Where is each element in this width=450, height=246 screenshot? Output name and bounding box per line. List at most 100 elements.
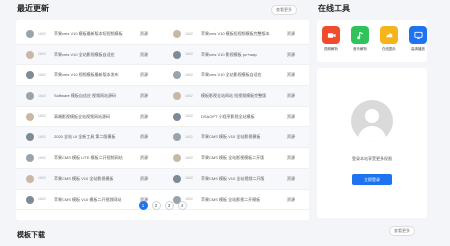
item-id: 1602 xyxy=(185,176,193,181)
tool-label: 高清播放 xyxy=(411,47,425,51)
latest-updates-panel: 查看更多 1602 苹果cms V10 模板最新版本短视频模板 资源 1602 苹果cm… xyxy=(16,5,309,220)
tool-item[interactable]: 视频解析 xyxy=(321,26,341,52)
item-title[interactable]: Software 模板自适应 视频网站源码 xyxy=(54,93,126,99)
list-item[interactable]: 1602 苹果cms V10 全站影视模板自适应 资源 xyxy=(16,45,162,65)
list-row: 1602 苹果CMS 模板 LITE 模板二开视频网站 资源 1602 苹果CMS 模板… xyxy=(16,148,309,169)
thumbnail-icon xyxy=(173,133,181,142)
item-title[interactable]: 苹果cms V10 模板最新版本短视频模板 xyxy=(54,31,126,37)
item-title[interactable]: 苹果cms V10 视频模板最新版本发布 xyxy=(54,72,126,78)
item-id: 1602 xyxy=(38,93,46,98)
item-title[interactable]: 模板影视全站网站 短视频模板完整版 xyxy=(201,93,273,99)
item-tag: 资源 xyxy=(287,134,295,140)
list-item[interactable]: 1602 苹果cms V10 模板最新版本短视频模板 资源 xyxy=(16,24,162,44)
list-row: 1602 苹果cms V10 全站影视模板自适应 资源 1602 苹果cms V10 影… xyxy=(16,44,309,66)
list-item[interactable]: 1602 Software 模板自适应 视频网站源码 资源 xyxy=(16,86,162,106)
list-item[interactable]: 1602 苹果cms V10 模板短视频模板完整版本 资源 xyxy=(163,24,309,44)
tool-item[interactable]: 在线图片 xyxy=(379,26,399,52)
list-item[interactable]: 1602 高端影视模板全站视频网站源码 资源 xyxy=(16,107,162,127)
item-id: 1602 xyxy=(38,52,46,57)
item-title[interactable]: 苹果cms V10 模板短视频模板完整版本 xyxy=(201,31,273,37)
item-tag: 资源 xyxy=(140,155,148,161)
item-id: 1602 xyxy=(38,134,46,139)
page-3-button[interactable]: 3 xyxy=(164,201,174,210)
page-1-button[interactable]: 1 xyxy=(138,201,148,210)
image-icon xyxy=(380,26,398,44)
item-tag: 资源 xyxy=(287,155,295,161)
page-2-button[interactable]: 2 xyxy=(151,201,161,210)
item-id: 1602 xyxy=(185,31,193,36)
item-tag: 资源 xyxy=(140,31,148,36)
templates-panel: 查看更多 xyxy=(16,226,427,246)
thumbnail-icon xyxy=(26,154,34,163)
list-row: 1602 2020 全站 UI 全新工具 第二版模板 资源 1602 苹果CMS 模板 … xyxy=(16,127,309,149)
list-row: 1602 苹果cms V10 模板最新版本短视频模板 资源 1602 苹果cms V10… xyxy=(16,24,309,45)
thumbnail-icon xyxy=(26,30,34,38)
list-row: 1602 高端影视模板全站视频网站源码 资源 1602 DSAOPT 小程序影视全站模板… xyxy=(16,107,309,128)
tools-section-title: 在线工具 xyxy=(318,4,350,13)
latest-section-title: 最近更新 xyxy=(17,4,49,13)
thumbnail-icon xyxy=(173,71,181,80)
page-4-button[interactable]: 4 xyxy=(177,201,187,210)
item-title[interactable]: 苹果CMS 模板 V10 全站视频二开版 xyxy=(201,176,273,182)
item-tag: 资源 xyxy=(140,175,148,181)
item-title[interactable]: 苹果CMS 模板 全站影视模板二开版 xyxy=(201,155,273,161)
list-item[interactable]: 1602 苹果cms V10 全站影视模板自适应 资源 xyxy=(163,65,309,85)
tool-label: 在线图片 xyxy=(382,47,396,51)
item-title[interactable]: 苹果CMS 模板 LITE 模板二开视频网站 xyxy=(54,155,126,161)
list-item[interactable]: 1602 苹果CMS 模板 V10 全站影视模板 资源 xyxy=(16,169,162,189)
list-item[interactable]: 1602 苹果CMS 模板 V10 全站视频二开版 资源 xyxy=(163,169,309,189)
thumbnail-icon xyxy=(173,30,181,38)
item-title[interactable]: DSAOPT 小程序影视全站模板 xyxy=(201,114,273,120)
thumbnail-icon xyxy=(26,50,34,59)
thumbnail-icon xyxy=(26,71,34,80)
list-item[interactable]: 1602 苹果cms V10 影视模板 pc+wap 资源 xyxy=(163,45,309,65)
list-row: 1602 苹果CMS 模板 V10 全站影视模板 资源 1602 苹果CMS 模板 V1… xyxy=(16,168,309,190)
latest-list: 1602 苹果cms V10 模板最新版本短视频模板 资源 1602 苹果cms V10… xyxy=(16,24,309,211)
list-item[interactable]: 1602 苹果CMS 模板 全站影视模板二开版 资源 xyxy=(163,148,309,168)
item-title[interactable]: 苹果CMS 模板 V10 全站影视模板 xyxy=(54,176,126,182)
templates-more-link[interactable]: 查看更多 xyxy=(389,226,415,236)
item-title[interactable]: 苹果CMS 模板 V10 全站影视模板 xyxy=(201,134,273,140)
user-login-panel: 登录本站享受更多权限 立即登录 xyxy=(317,68,427,218)
item-id: 1602 xyxy=(38,176,46,181)
item-id: 1602 xyxy=(185,134,193,139)
item-tag: 资源 xyxy=(140,93,148,99)
item-id: 1602 xyxy=(185,93,193,98)
thumbnail-icon xyxy=(173,174,181,183)
item-id: 1602 xyxy=(185,52,193,57)
item-title[interactable]: 高端影视模板全站视频网站源码 xyxy=(54,114,126,120)
list-item[interactable]: 1602 苹果CMS 模板 LITE 模板二开视频网站 资源 xyxy=(16,148,162,168)
item-tag: 资源 xyxy=(287,113,295,119)
item-tag: 资源 xyxy=(140,51,148,57)
list-row: 1602 苹果cms V10 视频模板最新版本发布 资源 1602 苹果cms V10 … xyxy=(16,65,309,87)
item-tag: 资源 xyxy=(140,113,148,119)
item-title[interactable]: 苹果cms V10 全站影视模板自适应 xyxy=(201,72,273,78)
thumbnail-icon xyxy=(26,174,34,183)
tool-item[interactable]: 音乐解析 xyxy=(350,26,370,52)
list-item[interactable]: 1602 苹果cms V10 视频模板最新版本发布 资源 xyxy=(16,65,162,85)
item-tag: 资源 xyxy=(140,134,148,140)
tool-label: 音乐解析 xyxy=(353,47,367,51)
list-item[interactable]: 1602 DSAOPT 小程序影视全站模板 资源 xyxy=(163,107,309,127)
tools-panel: 视频解析 音乐解析 在线图片 高清播放 xyxy=(317,20,427,62)
item-id: 1602 xyxy=(38,155,46,160)
item-tag: 资源 xyxy=(287,93,295,99)
list-item[interactable]: 1602 模板影视全站网站 短视频模板完整版 资源 xyxy=(163,86,309,106)
list-item[interactable]: 1602 2020 全站 UI 全新工具 第二版模板 资源 xyxy=(16,127,162,147)
tool-item[interactable]: 高清播放 xyxy=(408,26,428,52)
item-tag: 资源 xyxy=(140,72,148,78)
item-id: 1602 xyxy=(185,155,193,160)
item-title[interactable]: 苹果cms V10 全站影视模板自适应 xyxy=(54,52,126,58)
item-title[interactable]: 苹果cms V10 影视模板 pc+wap xyxy=(201,52,273,58)
thumbnail-icon xyxy=(26,92,34,101)
login-button[interactable]: 立即登录 xyxy=(352,174,392,185)
latest-more-link[interactable]: 查看更多 xyxy=(271,5,297,15)
thumbnail-icon xyxy=(173,50,181,59)
list-item[interactable]: 1602 苹果CMS 模板 V10 全站影视模板 资源 xyxy=(163,127,309,147)
monitor-icon xyxy=(409,26,427,44)
list-row: 1602 Software 模板自适应 视频网站源码 资源 1602 模板影视全站网站 … xyxy=(16,86,309,107)
item-title[interactable]: 2020 全站 UI 全新工具 第二版模板 xyxy=(54,134,126,140)
item-tag: 资源 xyxy=(287,72,295,78)
thumbnail-icon xyxy=(26,133,34,142)
thumbnail-icon xyxy=(173,154,181,163)
